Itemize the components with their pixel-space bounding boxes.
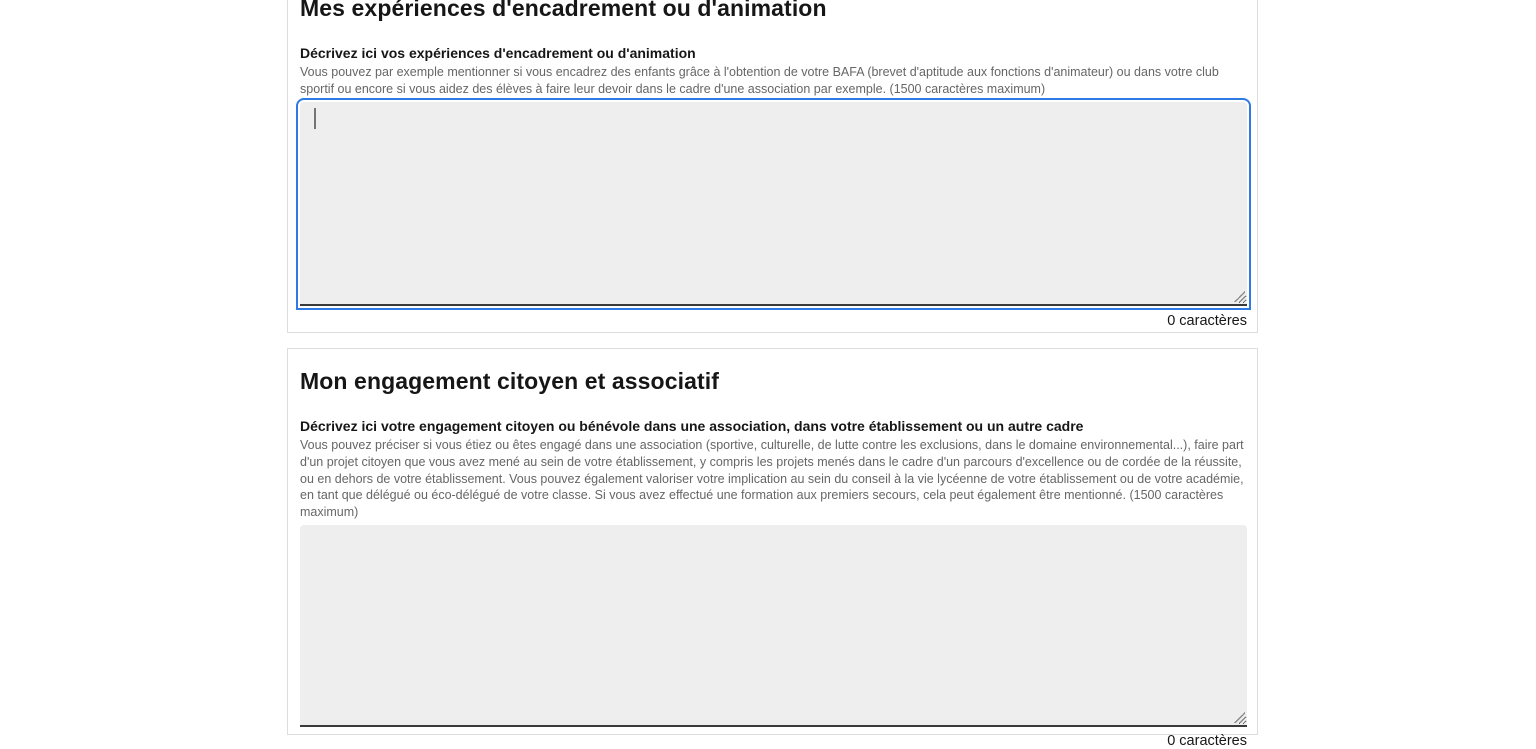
engagement-field-hint: Vous pouvez préciser si vous étiez ou êt…: [300, 437, 1245, 521]
engagement-textarea[interactable]: [300, 525, 1247, 727]
experiences-field-label: Décrivez ici vos expériences d'encadreme…: [300, 45, 1245, 61]
resize-handle-icon[interactable]: [1234, 712, 1245, 723]
experiences-textarea-wrap: [300, 102, 1247, 306]
experiences-textarea[interactable]: [300, 102, 1247, 306]
section-title-experiences: Mes expériences d'encadrement ou d'anima…: [300, 0, 1245, 23]
character-counter: 0 caractères: [300, 733, 1247, 749]
section-card-experiences: Mes expériences d'encadrement ou d'anima…: [287, 0, 1258, 333]
character-counter: 0 caractères: [300, 313, 1247, 329]
section-title-engagement: Mon engagement citoyen et associatif: [300, 366, 1245, 396]
experiences-field-hint: Vous pouvez par exemple mentionner si vo…: [300, 64, 1245, 98]
section-card-engagement: Mon engagement citoyen et associatif Déc…: [287, 348, 1258, 735]
resize-handle-icon[interactable]: [1234, 291, 1245, 302]
engagement-textarea-wrap: [300, 525, 1247, 727]
engagement-field-label: Décrivez ici votre engagement citoyen ou…: [300, 418, 1245, 434]
